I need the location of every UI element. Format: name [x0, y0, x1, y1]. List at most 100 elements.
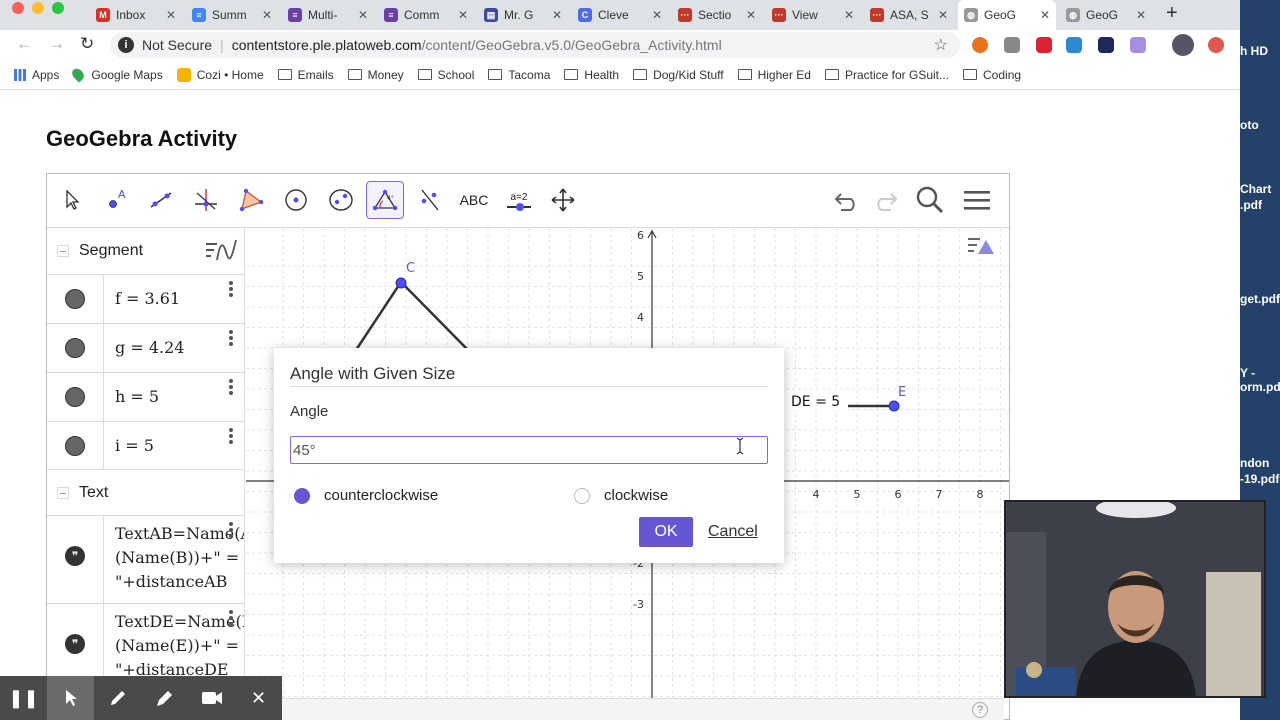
browser-tab[interactable]: ≡ Summ ✕	[186, 0, 278, 30]
tab-close-icon[interactable]: ✕	[746, 8, 756, 22]
more-options-icon[interactable]	[229, 428, 233, 446]
maximize-window-dot[interactable]	[52, 2, 64, 14]
tab-close-icon[interactable]: ✕	[458, 8, 468, 22]
visibility-toggle[interactable]	[65, 289, 85, 309]
algebra-row[interactable]: f = 3.61	[47, 274, 244, 323]
bookmark-item[interactable]: Google Maps	[70, 66, 163, 83]
text-object-icon[interactable]: ❞	[65, 546, 85, 566]
back-icon[interactable]: ←	[16, 34, 33, 54]
algebra-expression[interactable]: i = 5	[115, 436, 154, 455]
more-options-icon[interactable]	[229, 379, 233, 397]
bookmark-item[interactable]: Practice for GSuit...	[824, 68, 949, 82]
browser-tab[interactable]: ≡ Multi- ✕	[282, 0, 374, 30]
camera-toggle-button[interactable]	[188, 676, 235, 720]
text-object-icon[interactable]: ❞	[65, 634, 85, 654]
circle-tool[interactable]	[277, 181, 315, 219]
close-window-dot[interactable]	[12, 2, 24, 14]
reload-icon[interactable]: ↻	[80, 34, 94, 54]
text-tool[interactable]: ABC	[455, 181, 493, 219]
bookmark-item[interactable]: School	[417, 68, 474, 82]
browser-tab[interactable]: ▤ Mr. G ✕	[478, 0, 568, 30]
new-tab-button[interactable]: +	[1166, 2, 1178, 25]
tab-close-icon[interactable]: ✕	[938, 8, 948, 22]
point-tool[interactable]: A	[98, 181, 136, 219]
pen-tool-button[interactable]	[94, 676, 141, 720]
avatar[interactable]	[1172, 34, 1194, 56]
graphics-style-bar-button[interactable]	[968, 238, 994, 254]
visibility-toggle[interactable]	[65, 436, 85, 456]
ellipse-tool[interactable]	[322, 181, 360, 219]
search-button[interactable]	[911, 181, 949, 219]
visibility-toggle[interactable]	[65, 338, 85, 358]
address-bar[interactable]: i Not Secure | contentstore.ple.platoweb…	[110, 32, 960, 58]
algebra-row[interactable]: i = 5	[47, 421, 244, 470]
bookmark-item[interactable]: Tacoma	[488, 68, 550, 82]
more-options-icon[interactable]	[229, 522, 233, 540]
slider-tool[interactable]: a=2	[500, 181, 538, 219]
move-graphics-tool[interactable]	[544, 181, 582, 219]
browser-tab[interactable]: ◍ GeoG ✕	[1060, 0, 1152, 30]
clockwise-radio[interactable]: clockwise	[574, 487, 668, 504]
collapse-icon[interactable]	[57, 245, 69, 257]
bookmark-item[interactable]: Cozi • Home	[176, 67, 264, 82]
algebra-section-text[interactable]: Text	[47, 469, 244, 515]
angle-input[interactable]	[290, 436, 768, 464]
polygon-tool[interactable]	[232, 181, 270, 219]
algebra-expression[interactable]: h = 5	[115, 387, 159, 406]
visibility-toggle[interactable]	[65, 387, 85, 407]
pen-extension-icon[interactable]	[1130, 37, 1146, 53]
tab-close-icon[interactable]: ✕	[262, 8, 272, 22]
more-options-icon[interactable]	[229, 281, 233, 299]
tab-close-icon[interactable]: ✕	[358, 8, 368, 22]
algebra-sort-button[interactable]	[197, 228, 244, 274]
angle-tool[interactable]: 4°	[366, 181, 404, 219]
highlighter-button[interactable]	[141, 676, 188, 720]
browser-tab[interactable]: ··· Sectio ✕	[672, 0, 762, 30]
pause-recording-button[interactable]: ❚❚	[0, 676, 47, 720]
shield-extension-icon[interactable]	[1098, 37, 1114, 53]
algebra-expression[interactable]: f = 3.61	[115, 289, 180, 308]
cursor-mode-button[interactable]	[47, 676, 94, 720]
text-definition[interactable]: TextAB=Name(A (Name(B))+" = "+distanceAB	[115, 522, 244, 594]
tab-close-icon[interactable]: ✕	[166, 8, 176, 22]
drive-extension-icon[interactable]	[1004, 37, 1020, 53]
cancel-button[interactable]: Cancel	[708, 523, 758, 541]
browser-tab[interactable]: ··· View ✕	[766, 0, 860, 30]
collapse-icon[interactable]	[57, 486, 69, 499]
algebra-expression[interactable]: g = 4.24	[115, 338, 184, 357]
tab-close-icon[interactable]: ✕	[844, 8, 854, 22]
text-definition[interactable]: TextDE=Name(D (Name(E))+" = "+distanceDE	[115, 610, 244, 682]
tab-close-icon[interactable]: ✕	[652, 8, 662, 22]
browser-tab[interactable]: ··· ASA, S ✕	[864, 0, 954, 30]
close-recorder-button[interactable]: ✕	[235, 676, 282, 720]
info-icon[interactable]: i	[118, 37, 134, 53]
ok-button[interactable]: OK	[639, 517, 693, 547]
bookmark-item[interactable]: Apps	[14, 68, 59, 82]
perpendicular-tool[interactable]	[187, 181, 225, 219]
bookmark-item[interactable]: Coding	[963, 68, 1021, 82]
browser-tab[interactable]: M Inbox ✕	[90, 0, 182, 30]
undo-button[interactable]	[828, 181, 866, 219]
redo-button[interactable]	[866, 181, 904, 219]
main-menu-button[interactable]	[958, 181, 996, 219]
bookmark-item[interactable]: Emails	[277, 68, 334, 82]
browser-tab[interactable]: ≡ Comm ✕	[378, 0, 474, 30]
extension-icon[interactable]	[1036, 37, 1052, 53]
reflect-tool[interactable]	[411, 181, 449, 219]
more-options-icon[interactable]	[229, 610, 233, 628]
more-options-icon[interactable]	[229, 330, 233, 348]
algebra-row[interactable]: g = 4.24	[47, 323, 244, 372]
forward-icon[interactable]: →	[48, 34, 65, 54]
bookmark-star-icon[interactable]: ☆	[934, 35, 948, 55]
minimize-window-dot[interactable]	[32, 2, 44, 14]
tab-close-icon[interactable]: ✕	[1040, 8, 1050, 22]
move-tool[interactable]	[53, 181, 91, 219]
browser-tab[interactable]: ◍ GeoG ✕	[958, 0, 1056, 30]
extension-icon[interactable]	[972, 37, 988, 53]
algebra-text-row[interactable]: ❞ TextAB=Name(A (Name(B))+" = "+distanceAB	[47, 515, 244, 603]
tab-close-icon[interactable]: ✕	[1136, 8, 1146, 22]
counterclockwise-radio[interactable]: counterclockwise	[294, 487, 438, 504]
update-icon[interactable]	[1208, 37, 1224, 53]
algebra-row[interactable]: h = 5	[47, 372, 244, 421]
line-tool[interactable]	[142, 181, 180, 219]
